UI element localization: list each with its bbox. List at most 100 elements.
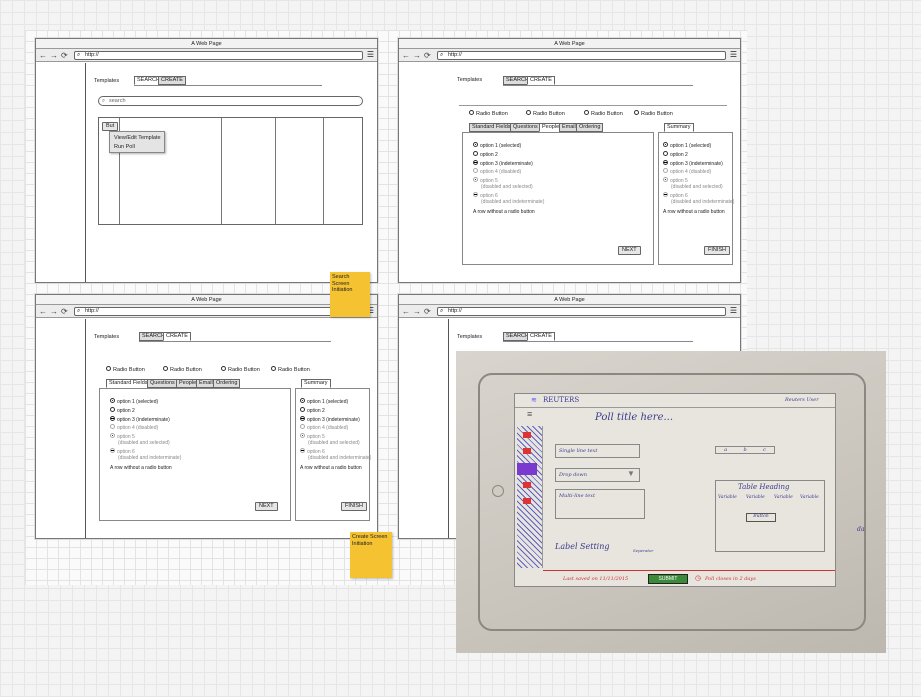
option-3[interactable]: option 3 (indeterminate): [663, 160, 723, 167]
option-3[interactable]: option 3 (indeterminate): [473, 160, 533, 167]
radio-icon: [300, 448, 305, 454]
option-2[interactable]: option 2: [110, 407, 135, 414]
sidebar-icon[interactable]: [523, 448, 531, 454]
sketch-single-line[interactable]: Single line text: [555, 444, 640, 458]
tab-create[interactable]: CREATE: [163, 332, 191, 341]
back-icon[interactable]: ←: [402, 50, 410, 61]
templates-label: Templates: [94, 78, 120, 84]
back-icon[interactable]: ←: [39, 306, 47, 317]
tab-create[interactable]: CREATE: [527, 76, 555, 85]
tab-underline: [503, 341, 693, 342]
refresh-icon[interactable]: ⟳: [61, 50, 68, 61]
forward-icon[interactable]: →: [50, 306, 58, 317]
finish-button[interactable]: FINISH: [704, 246, 731, 255]
next-button[interactable]: NEXT: [255, 502, 278, 511]
sidebar-divider: [448, 319, 449, 538]
window-search: A Web Page ← → ⟳ ⌕ http:// ☰ Templates SE…: [35, 38, 378, 283]
tab-summary[interactable]: Summary: [664, 123, 694, 132]
forward-icon[interactable]: →: [413, 50, 421, 61]
tab-create[interactable]: CREATE: [158, 76, 186, 85]
option-1[interactable]: option 1 (selected): [663, 142, 711, 149]
menu-icon[interactable]: ☰: [367, 50, 374, 60]
radio-icon: [300, 398, 305, 404]
menu-icon[interactable]: ☰: [730, 50, 737, 60]
radio-icon: [473, 142, 478, 148]
refresh-icon[interactable]: ⟳: [424, 306, 431, 317]
sidebar-icon[interactable]: [523, 432, 531, 438]
tab-questions[interactable]: Questions: [510, 123, 541, 132]
search-input[interactable]: ⌕ search: [98, 96, 363, 106]
url-text: http://: [448, 308, 462, 314]
search-icon: ⌕: [440, 52, 444, 58]
radio-button-4[interactable]: Radio Button: [271, 366, 310, 373]
sketch-multiline[interactable]: Multi-line text: [555, 489, 645, 519]
sketch-user: Reuters User: [785, 397, 819, 403]
window-title: A Web Page: [36, 295, 377, 305]
sidebar-icon[interactable]: [523, 482, 531, 488]
sidebar-icon[interactable]: [523, 498, 531, 504]
tab-standard-fields[interactable]: Standard Fields: [106, 379, 151, 388]
tab-summary[interactable]: Summary: [301, 379, 331, 388]
option-1[interactable]: option 1 (selected): [300, 398, 348, 405]
radio-button-3[interactable]: Radio Button: [221, 366, 260, 373]
option-2[interactable]: option 2: [300, 407, 325, 414]
option-1[interactable]: option 1 (selected): [110, 398, 158, 405]
radio-button-2[interactable]: Radio Button: [163, 366, 202, 373]
option-6: option 6 (disabled and indeterminate): [110, 448, 181, 461]
option-2[interactable]: option 2: [473, 151, 498, 158]
radio-icon: [300, 433, 305, 439]
sketch-brand: REUTERS: [543, 396, 580, 404]
radio-button-2[interactable]: Radio Button: [526, 110, 565, 117]
option-2[interactable]: option 2: [663, 151, 688, 158]
refresh-icon[interactable]: ⟳: [61, 306, 68, 317]
tab-create[interactable]: CREATE: [527, 332, 555, 341]
sticky-note-create: Create Screen Initiation: [350, 532, 392, 578]
radio-button-1[interactable]: Radio Button: [469, 110, 508, 117]
row-action-button[interactable]: But: [102, 122, 119, 131]
window-title: A Web Page: [399, 295, 740, 305]
sidebar-icon-selected[interactable]: [517, 463, 537, 475]
tab-standard-fields[interactable]: Standard Fields: [469, 123, 514, 132]
address-bar[interactable]: ⌕ http://: [437, 307, 726, 316]
back-icon[interactable]: ←: [402, 306, 410, 317]
menu-icon[interactable]: ≡: [527, 409, 532, 419]
radio-button-4[interactable]: Radio Button: [634, 110, 673, 117]
tab-ordering[interactable]: Ordering: [576, 123, 604, 132]
back-icon[interactable]: ←: [39, 50, 47, 61]
menu-item-run-poll[interactable]: Run Poll: [114, 144, 135, 150]
option-3[interactable]: option 3 (indeterminate): [300, 416, 360, 423]
chevron-down-icon: ▼: [627, 469, 635, 478]
sketch-button[interactable]: Button: [746, 513, 776, 522]
menu-icon[interactable]: ☰: [730, 306, 737, 316]
wifi-icon: ≋: [531, 397, 537, 404]
forward-icon[interactable]: →: [413, 306, 421, 317]
address-bar[interactable]: ⌕ http://: [437, 51, 726, 60]
radio-icon: [271, 366, 276, 372]
table-column: [221, 118, 222, 224]
sketch-table-heading: Table Heading: [738, 483, 790, 491]
option-6: option 6 (disabled and indeterminate): [300, 448, 371, 461]
address-bar[interactable]: ⌕ http://: [74, 307, 363, 316]
tab-questions[interactable]: Questions: [147, 379, 178, 388]
radio-icon: [663, 168, 668, 174]
option-1[interactable]: option 1 (selected): [473, 142, 521, 149]
finish-button[interactable]: FINISH: [341, 502, 368, 511]
radio-button-1[interactable]: Radio Button: [106, 366, 145, 373]
sketch-footer: Last saved on 11/11/2015 SUBMIT ◷ Poll c…: [543, 570, 835, 586]
address-bar[interactable]: ⌕ http://: [74, 51, 363, 60]
tab-ordering[interactable]: Ordering: [213, 379, 241, 388]
forward-icon[interactable]: →: [50, 50, 58, 61]
row-without-radio: A row without a radio button: [663, 209, 725, 215]
refresh-icon[interactable]: ⟳: [424, 50, 431, 61]
next-button[interactable]: NEXT: [618, 246, 641, 255]
options-panel: option 1 (selected) option 2 option 3 (i…: [462, 132, 654, 265]
radio-button-3[interactable]: Radio Button: [584, 110, 623, 117]
sketch-abc-group[interactable]: a b c: [715, 446, 775, 454]
browser-nav: ← → ⟳ ⌕ http:// ☰: [36, 49, 377, 62]
sketch-submit-button[interactable]: SUBMIT: [648, 574, 688, 584]
radio-icon: [473, 151, 478, 157]
option-3[interactable]: option 3 (indeterminate): [110, 416, 170, 423]
window-body: Templates SEARCH CREATE ⌕ search But View…: [36, 63, 377, 282]
menu-item-view-edit[interactable]: View/Edit Template: [114, 135, 161, 141]
sketch-poll-closes: Poll closes in 2 days: [705, 576, 756, 582]
